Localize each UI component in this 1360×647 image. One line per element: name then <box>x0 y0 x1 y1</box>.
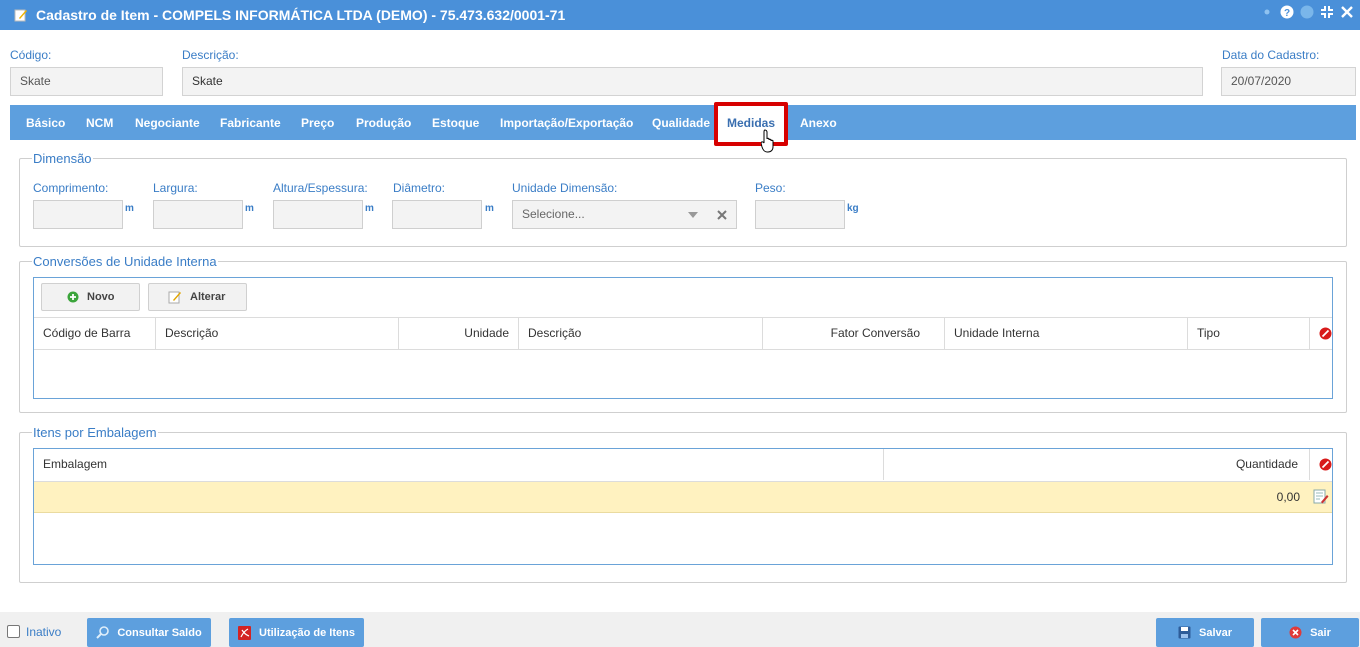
diametro-label: Diâmetro: <box>393 181 446 195</box>
tab-ncm[interactable]: NCM <box>86 105 113 140</box>
edit-icon <box>14 9 27 22</box>
column-descricao[interactable]: Descrição <box>156 318 399 349</box>
conversoes-legend: Conversões de Unidade Interna <box>32 254 218 269</box>
novo-label: Novo <box>87 291 115 303</box>
tab-preco[interactable]: Preço <box>301 105 334 140</box>
utilizacao-itens-button[interactable]: Utilização de Itens <box>229 618 364 647</box>
embalagem-legend: Itens por Embalagem <box>32 425 158 440</box>
edit-row-icon[interactable] <box>1313 489 1329 505</box>
exit-icon <box>1289 626 1302 639</box>
diametro-input[interactable] <box>392 200 482 229</box>
tab-importacao-exportacao[interactable]: Importação/Exportação <box>500 105 633 140</box>
inativo-label: Inativo <box>26 625 62 639</box>
close-icon[interactable] <box>1340 5 1354 19</box>
largura-unit: m <box>245 203 254 214</box>
title-bar: Cadastro de Item - COMPELS INFORMÁTICA L… <box>0 0 1360 30</box>
largura-input[interactable] <box>153 200 243 229</box>
altura-input[interactable] <box>273 200 363 229</box>
peso-input[interactable] <box>755 200 845 229</box>
dot-icon[interactable] <box>1260 5 1274 19</box>
codigo-label: Código: <box>10 48 52 62</box>
row-quantidade: 0,00 <box>1276 490 1300 504</box>
hand-cursor-icon <box>761 129 774 153</box>
altura-label: Altura/Espessura: <box>273 181 368 195</box>
data-cadastro-label: Data do Cadastro: <box>1222 48 1320 62</box>
consultar-saldo-label: Consultar Saldo <box>117 626 202 639</box>
sair-button[interactable]: Sair <box>1261 618 1359 647</box>
compress-icon[interactable] <box>1320 5 1334 19</box>
tab-basico[interactable]: Básico <box>26 105 65 140</box>
footer-bar: Inativo Consultar Saldo Utilização de It… <box>0 612 1360 647</box>
tab-qualidade[interactable]: Qualidade <box>652 105 710 140</box>
descricao-label: Descrição: <box>182 48 239 62</box>
info-icon[interactable] <box>1300 5 1314 19</box>
item-registration-window: Cadastro de Item - COMPELS INFORMÁTICA L… <box>0 0 1360 647</box>
tab-bar: Básico NCM Negociante Fabricante Preço P… <box>10 102 1356 146</box>
inativo-checkbox[interactable] <box>7 625 20 638</box>
peso-unit: kg <box>847 203 859 214</box>
salvar-button[interactable]: Salvar <box>1156 618 1254 647</box>
column-unidade-interna[interactable]: Unidade Interna <box>945 318 1188 349</box>
column-unidade[interactable]: Unidade <box>399 318 519 349</box>
comprimento-label: Comprimento: <box>33 181 109 195</box>
save-icon <box>1178 626 1191 639</box>
pdf-icon <box>238 625 251 640</box>
conversoes-header-row: Código de Barra Descrição Unidade Descri… <box>34 317 1332 350</box>
svg-text:?: ? <box>1284 8 1290 19</box>
chevron-down-icon[interactable] <box>688 212 698 218</box>
column-tipo[interactable]: Tipo <box>1188 318 1310 349</box>
column-fator-conversao[interactable]: Fator Conversão <box>763 318 945 349</box>
unidade-dimensao-label: Unidade Dimensão: <box>512 181 618 195</box>
add-icon <box>67 291 79 303</box>
diametro-unit: m <box>485 203 494 214</box>
tab-estoque[interactable]: Estoque <box>432 105 479 140</box>
tab-anexo[interactable]: Anexo <box>800 105 837 140</box>
data-cadastro-field[interactable]: 20/07/2020 <box>1221 67 1356 96</box>
help-icon[interactable]: ? <box>1280 5 1294 19</box>
remove-column-icon[interactable] <box>1319 327 1332 340</box>
conversoes-grid: Novo Alterar Código de Barra Descrição U… <box>33 277 1333 399</box>
tab-fabricante[interactable]: Fabricante <box>220 105 281 140</box>
altura-unit: m <box>365 203 374 214</box>
utilizacao-itens-label: Utilização de Itens <box>259 626 355 639</box>
largura-label: Largura: <box>153 181 198 195</box>
dimensao-legend: Dimensão <box>32 151 93 166</box>
tab-producao[interactable]: Produção <box>356 105 411 140</box>
comprimento-unit: m <box>125 203 134 214</box>
remove-column-icon[interactable] <box>1319 458 1332 471</box>
alterar-label: Alterar <box>190 291 226 303</box>
window-title: Cadastro de Item - COMPELS INFORMÁTICA L… <box>36 7 566 23</box>
consultar-saldo-button[interactable]: Consultar Saldo <box>87 618 211 647</box>
column-quantidade[interactable]: Quantidade <box>884 449 1310 480</box>
unidade-dimensao-select[interactable]: Selecione... <box>512 200 737 229</box>
column-codigo-barra[interactable]: Código de Barra <box>34 318 156 349</box>
sair-label: Sair <box>1310 626 1331 639</box>
salvar-label: Salvar <box>1198 626 1233 639</box>
table-row[interactable]: 0,00 <box>34 482 1332 513</box>
novo-button[interactable]: Novo <box>41 283 140 311</box>
tab-negociante[interactable]: Negociante <box>135 105 200 140</box>
column-descricao-2[interactable]: Descrição <box>519 318 763 349</box>
peso-label: Peso: <box>755 181 786 195</box>
search-icon <box>96 626 110 639</box>
comprimento-input[interactable] <box>33 200 123 229</box>
codigo-field[interactable]: Skate <box>10 67 163 96</box>
embalagem-header-row: Embalagem Quantidade <box>34 449 1332 482</box>
descricao-field[interactable]: Skate <box>182 67 1203 96</box>
embalagem-grid: Embalagem Quantidade 0,00 <box>33 448 1333 565</box>
alterar-button[interactable]: Alterar <box>148 283 247 311</box>
column-embalagem[interactable]: Embalagem <box>34 449 884 480</box>
edit-icon <box>168 291 181 304</box>
unidade-dimensao-placeholder: Selecione... <box>522 207 585 221</box>
clear-icon[interactable] <box>717 210 727 220</box>
